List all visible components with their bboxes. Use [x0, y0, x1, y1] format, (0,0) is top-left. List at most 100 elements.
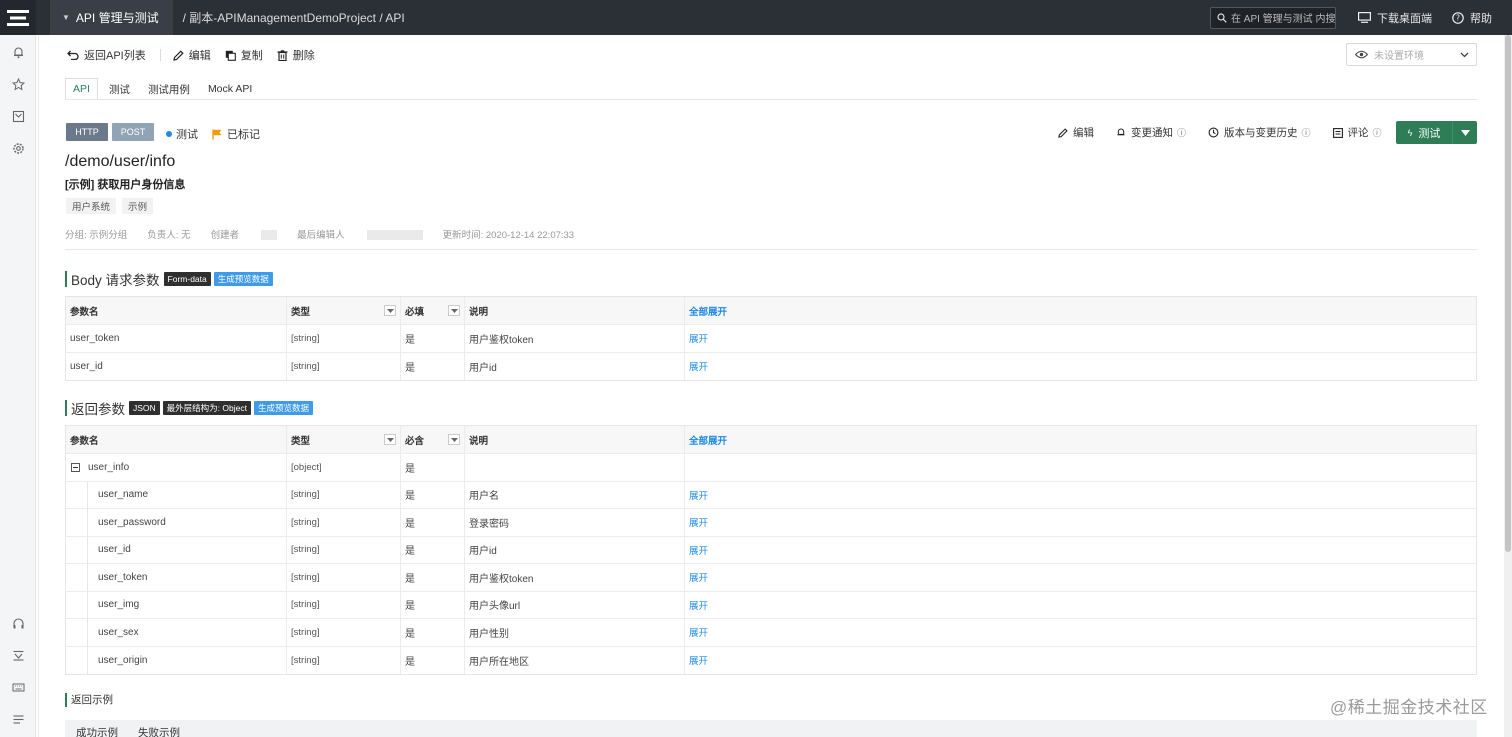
expand-link[interactable]: 展开 [689, 515, 708, 529]
api-edit-button[interactable]: 编辑 [1058, 125, 1094, 140]
column-header-type: 类型 [287, 426, 401, 453]
download-desktop-link[interactable]: 下载桌面端 [1358, 10, 1432, 26]
back-to-list-button[interactable]: 返回API列表 [67, 47, 146, 63]
param-name: user_origin [98, 654, 148, 666]
copy-button[interactable]: 复制 [225, 47, 263, 63]
expand-link[interactable]: 展开 [689, 331, 708, 345]
section-accent-bar [65, 271, 67, 287]
tab-success-example[interactable]: 成功示例 [76, 726, 118, 737]
breadcrumb[interactable]: / 副本-APIManagementDemoProject / API [183, 9, 405, 26]
expand-link[interactable]: 展开 [689, 488, 708, 502]
search-icon [1217, 12, 1227, 23]
comment-button[interactable]: 评论 ⓘ [1332, 125, 1382, 140]
inbox-icon[interactable] [10, 108, 26, 124]
tag[interactable]: 示例 [122, 198, 154, 214]
table-header: 参数名 类型 必含 说明 全部展开 [66, 426, 1476, 454]
filter-dropdown-icon[interactable] [384, 434, 396, 445]
api-status[interactable]: 测试 已标记 [166, 126, 260, 142]
return-params-heading: 返回参数 JSON 最外层结构为: Object 生成预览数据 [65, 398, 316, 418]
section-accent-bar [65, 692, 67, 707]
meta-updated: 更新时间: 2020-12-14 22:07:33 [442, 230, 575, 241]
filter-dropdown-icon[interactable] [448, 434, 460, 445]
delete-button[interactable]: 删除 [277, 47, 315, 63]
tab-api[interactable]: API [65, 78, 98, 100]
param-type: [string] [291, 544, 320, 556]
table-row: user_token [string] 是 用户鉴权token 展开 [66, 564, 1476, 592]
api-toolbar: 返回API列表 编辑 复制 删除 [67, 47, 329, 63]
back-arrow-icon [67, 50, 79, 60]
param-name: user_name [98, 489, 149, 501]
param-name: user_sex [98, 626, 139, 638]
expand-link[interactable]: 展开 [689, 653, 708, 667]
tab-mock-api[interactable]: Mock API [201, 78, 259, 100]
expand-link[interactable]: 展开 [689, 598, 708, 612]
app-logo[interactable] [0, 0, 36, 35]
param-desc [465, 454, 685, 481]
param-desc: 用户id [469, 362, 497, 374]
search-placeholder: 在 API 管理与测试 内搜索 [1231, 14, 1336, 25]
expand-link[interactable]: 展开 [689, 570, 708, 584]
edit-button[interactable]: 编辑 [172, 47, 211, 63]
param-required: 是 [405, 628, 415, 640]
info-icon: ⓘ [1372, 128, 1382, 138]
tab-test[interactable]: 测试 [102, 78, 137, 100]
column-header-required-label: 必填 [405, 306, 425, 318]
expand-link[interactable]: 展开 [689, 625, 708, 639]
column-header-name: 参数名 [66, 426, 287, 453]
divider [65, 249, 1477, 250]
param-required: 是 [405, 546, 415, 558]
keyboard-icon[interactable] [10, 679, 26, 695]
api-tags: 用户系统 示例 [66, 198, 159, 214]
version-history-button[interactable]: 版本与变更历史 ⓘ [1208, 125, 1311, 140]
star-icon[interactable] [10, 76, 26, 92]
param-action [685, 454, 1469, 481]
param-required: 是 [405, 573, 415, 585]
lightning-icon: ϟ [1407, 127, 1413, 138]
param-desc: 用户鉴权token [469, 573, 534, 585]
expand-all-link[interactable]: 全部展开 [685, 297, 1469, 324]
test-dropdown-toggle[interactable] [1452, 121, 1477, 144]
flag-icon [212, 129, 222, 139]
headset-icon[interactable] [10, 615, 26, 631]
run-test-label: 测试 [1418, 127, 1441, 140]
help-link[interactable]: ? 帮助 [1452, 10, 1492, 26]
table-row: user_token [string] 是 用户鉴权token 展开 [66, 325, 1476, 353]
global-search-input[interactable]: 在 API 管理与测试 内搜索 [1210, 6, 1336, 29]
filter-dropdown-icon[interactable] [384, 305, 396, 316]
filter-dropdown-icon[interactable] [448, 305, 460, 316]
settings-icon[interactable] [10, 140, 26, 156]
collapse-icon[interactable] [10, 647, 26, 663]
table-row: user_id [string] 是 用户id 展开 [66, 536, 1476, 564]
version-history-label: 版本与变更历史 [1224, 127, 1298, 139]
bell-icon[interactable] [10, 44, 26, 60]
status-dot [166, 131, 172, 137]
help-label: 帮助 [1470, 12, 1492, 25]
param-required: 是 [405, 362, 415, 374]
change-notify-button[interactable]: 变更通知 ⓘ [1116, 125, 1186, 140]
main-content: 返回API列表 编辑 复制 删除 未设置环境 API 测试 测试用例 Mock … [38, 35, 1504, 737]
chevron-down-icon [1460, 52, 1469, 57]
expand-link[interactable]: 展开 [689, 543, 708, 557]
run-test-button[interactable]: ϟ 测试 [1396, 121, 1477, 144]
module-switcher[interactable]: ▼ API 管理与测试 [50, 0, 173, 35]
tab-failure-example[interactable]: 失败示例 [138, 726, 180, 737]
column-header-required: 必填 [401, 297, 465, 324]
trash-icon [277, 49, 288, 61]
expand-all-link[interactable]: 全部展开 [685, 426, 1469, 453]
table-row-parent: user_info [object] 是 [66, 454, 1476, 482]
environment-select[interactable]: 未设置环境 [1346, 43, 1477, 66]
bell-icon [1117, 128, 1125, 136]
param-name: user_token [98, 571, 148, 583]
content-type-badge: Form-data [163, 272, 211, 286]
collapse-toggle-icon[interactable] [71, 462, 80, 472]
tab-test-cases[interactable]: 测试用例 [141, 78, 197, 100]
vertical-scrollbar[interactable] [1504, 35, 1512, 737]
expand-link[interactable]: 展开 [689, 359, 708, 373]
menu-icon[interactable] [10, 711, 26, 727]
return-params-table: 参数名 类型 必含 说明 全部展开 user_info [object] 是 u… [65, 425, 1477, 675]
generate-preview-button[interactable]: 生成预览数据 [253, 401, 313, 415]
generate-preview-button[interactable]: 生成预览数据 [213, 272, 273, 286]
tag[interactable]: 用户系统 [66, 198, 117, 214]
column-header-type-label: 类型 [291, 435, 311, 447]
scrollbar-thumb[interactable] [1505, 35, 1511, 552]
